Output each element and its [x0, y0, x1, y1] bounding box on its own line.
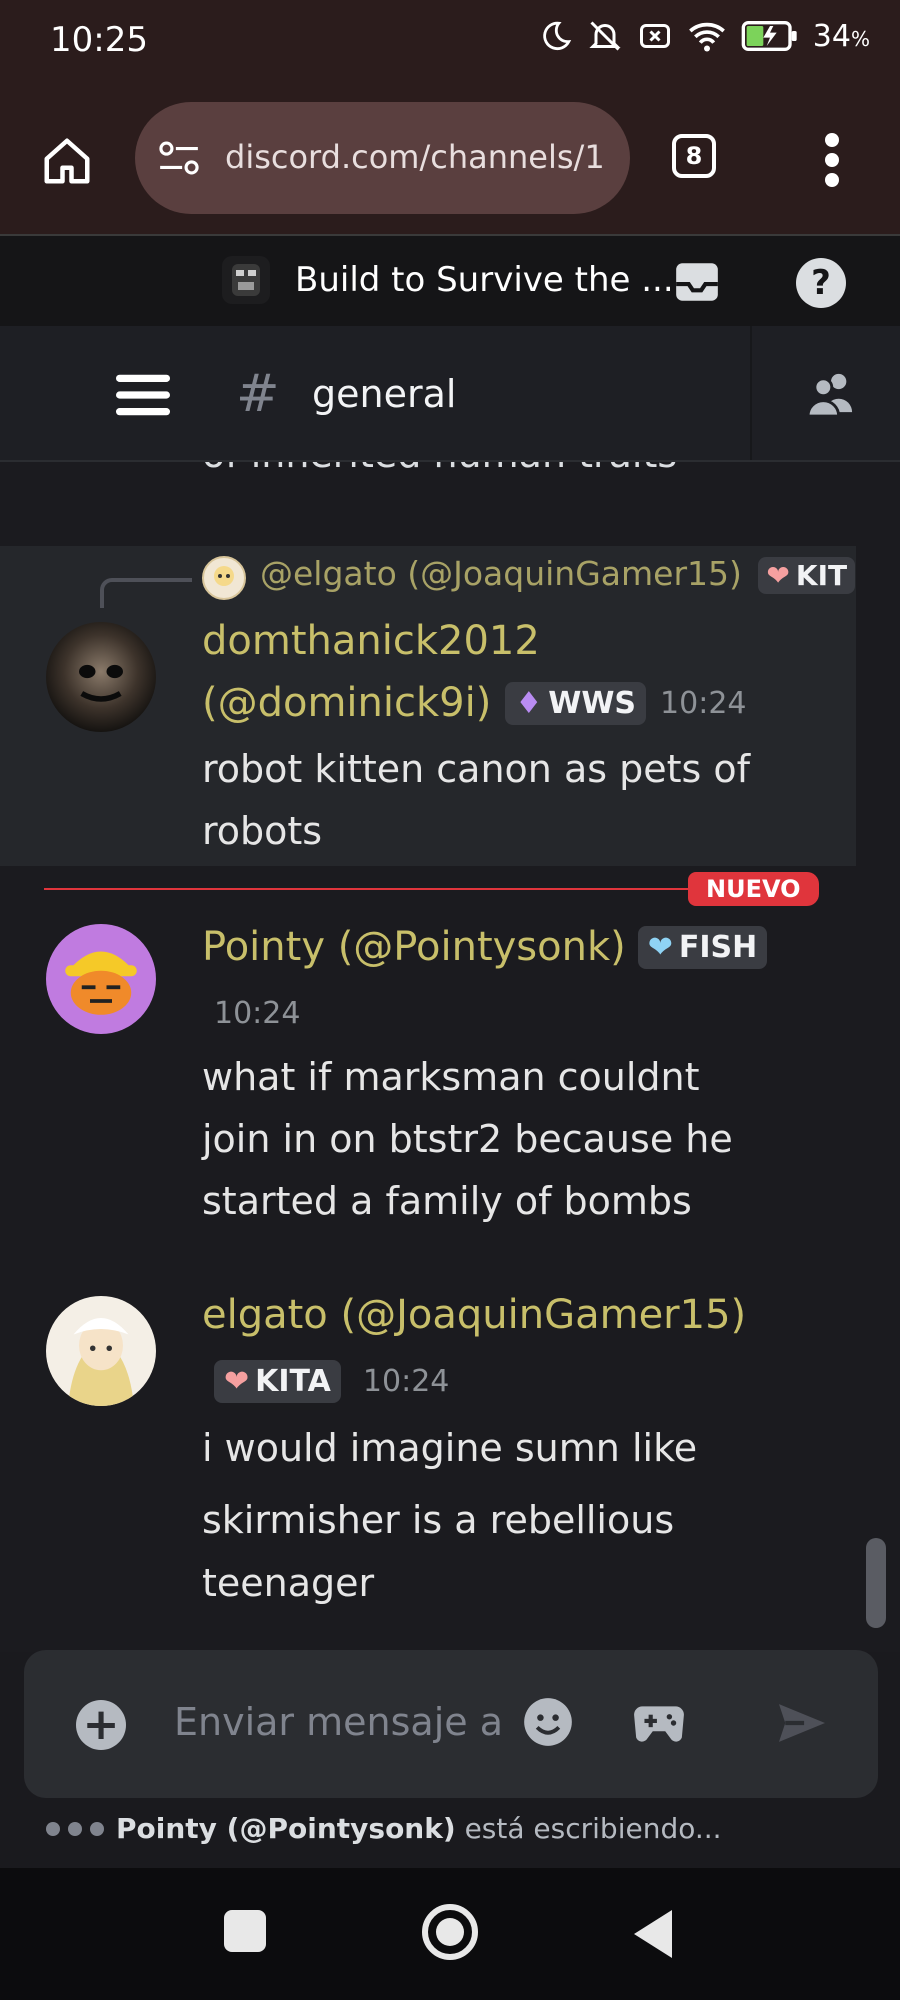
message-composer: + Enviar mensaje a	[24, 1650, 878, 1798]
hamburger-menu-icon[interactable]	[116, 374, 170, 416]
battery-charging-icon	[741, 21, 797, 51]
header-divider	[750, 326, 752, 460]
typing-indicator: Pointy (@Pointysonk) está escribiendo...	[46, 1812, 722, 1845]
reply-username: @elgato (@JoaquinGamer15)	[260, 554, 742, 593]
inbox-icon[interactable]	[672, 258, 722, 306]
server-icon	[222, 256, 270, 304]
members-icon[interactable]	[806, 370, 856, 416]
server-name: Build to Survive the ...	[295, 260, 674, 300]
blue-heart-icon: ❤	[647, 929, 673, 965]
battery-percent: 34%	[812, 18, 870, 54]
new-messages-badge: NUEVO	[688, 872, 819, 906]
status-bar: 10:25 34%	[0, 0, 900, 88]
home-button[interactable]	[422, 1904, 478, 1960]
message-handle[interactable]: (@dominick9i)	[202, 680, 491, 726]
emoji-icon[interactable]	[522, 1696, 574, 1748]
typing-dots-icon	[46, 1821, 104, 1836]
system-navigation-bar	[0, 1868, 900, 2000]
message-content: robot kitten canon as pets of robots	[202, 747, 751, 853]
more-options-icon[interactable]	[818, 130, 846, 190]
browser-toolbar: discord.com/channels/1 8	[0, 88, 900, 236]
muted-bell-icon	[589, 21, 621, 51]
typing-user: Pointy (@Pointysonk)	[116, 1812, 456, 1845]
typing-text: está escribiendo...	[464, 1812, 722, 1845]
message-timestamp: 10:24	[214, 996, 301, 1031]
send-icon[interactable]	[776, 1700, 828, 1746]
help-icon[interactable]: ?	[796, 258, 846, 308]
pink-heart-icon: ❤	[224, 1364, 250, 1399]
game-controller-icon[interactable]	[632, 1700, 686, 1746]
home-icon[interactable]	[40, 134, 94, 188]
message-timestamp: 10:24	[660, 685, 747, 721]
reply-preview[interactable]: @elgato (@JoaquinGamer15) ❤ KIT	[260, 554, 856, 594]
message-header-row: Pointy (@Pointysonk) ❤ FISH	[202, 924, 768, 970]
add-attachment-icon[interactable]: +	[76, 1700, 126, 1750]
message-header-row: (@dominick9i) ♦ WWS 10:24	[202, 680, 747, 726]
channel-hash-icon: #	[236, 364, 280, 424]
role-badge[interactable]: ❤ KITA	[214, 1360, 341, 1403]
url-text: discord.com/channels/1	[225, 138, 605, 176]
reply-role-badge: ❤ KIT	[758, 557, 856, 594]
message-content: i would imagine sumn like skirmisher is …	[202, 1426, 698, 1605]
do-not-disturb-moon-icon	[543, 21, 571, 51]
message-list[interactable]: of inherited human traits @elgato (@Joaq…	[0, 462, 900, 1652]
message-username[interactable]: elgato (@JoaquinGamer15)	[202, 1292, 746, 1338]
user-avatar[interactable]	[46, 622, 156, 732]
reply-avatar	[202, 556, 246, 600]
no-sim-icon	[639, 24, 670, 48]
back-button[interactable]	[634, 1910, 672, 1958]
role-badge[interactable]: ♦ WWS	[505, 681, 647, 725]
role-badge[interactable]: ❤ FISH	[637, 925, 768, 969]
status-icons: 34%	[539, 18, 870, 54]
scrollbar-thumb[interactable]	[866, 1538, 886, 1628]
pink-heart-icon: ❤	[766, 559, 790, 592]
server-header[interactable]: Build to Survive the ... ?	[0, 236, 900, 326]
user-avatar[interactable]	[46, 1296, 156, 1406]
message-username[interactable]: domthanick2012	[202, 618, 540, 664]
site-settings-icon[interactable]	[157, 140, 201, 176]
cut-off-message-text: of inherited human traits	[202, 462, 677, 476]
channel-name: general	[312, 372, 457, 416]
wifi-icon	[688, 22, 725, 52]
reply-connector	[100, 578, 192, 608]
purple-flame-icon: ♦	[515, 685, 543, 721]
channel-header: # general	[0, 326, 900, 462]
address-bar[interactable]: discord.com/channels/1	[135, 102, 630, 214]
recents-button[interactable]	[224, 1910, 266, 1952]
message-timestamp: 10:24	[362, 1364, 450, 1399]
message-header-row: ❤ KITA 10:24	[214, 1360, 449, 1403]
tab-switcher-button[interactable]: 8	[672, 134, 716, 178]
status-time: 10:25	[50, 20, 148, 60]
message-input[interactable]: Enviar mensaje a	[174, 1700, 503, 1744]
user-avatar[interactable]	[46, 924, 156, 1034]
message-username[interactable]: Pointy (@Pointysonk)	[202, 924, 626, 970]
message-content: what if marksman couldnt join in on btst…	[202, 1055, 733, 1223]
